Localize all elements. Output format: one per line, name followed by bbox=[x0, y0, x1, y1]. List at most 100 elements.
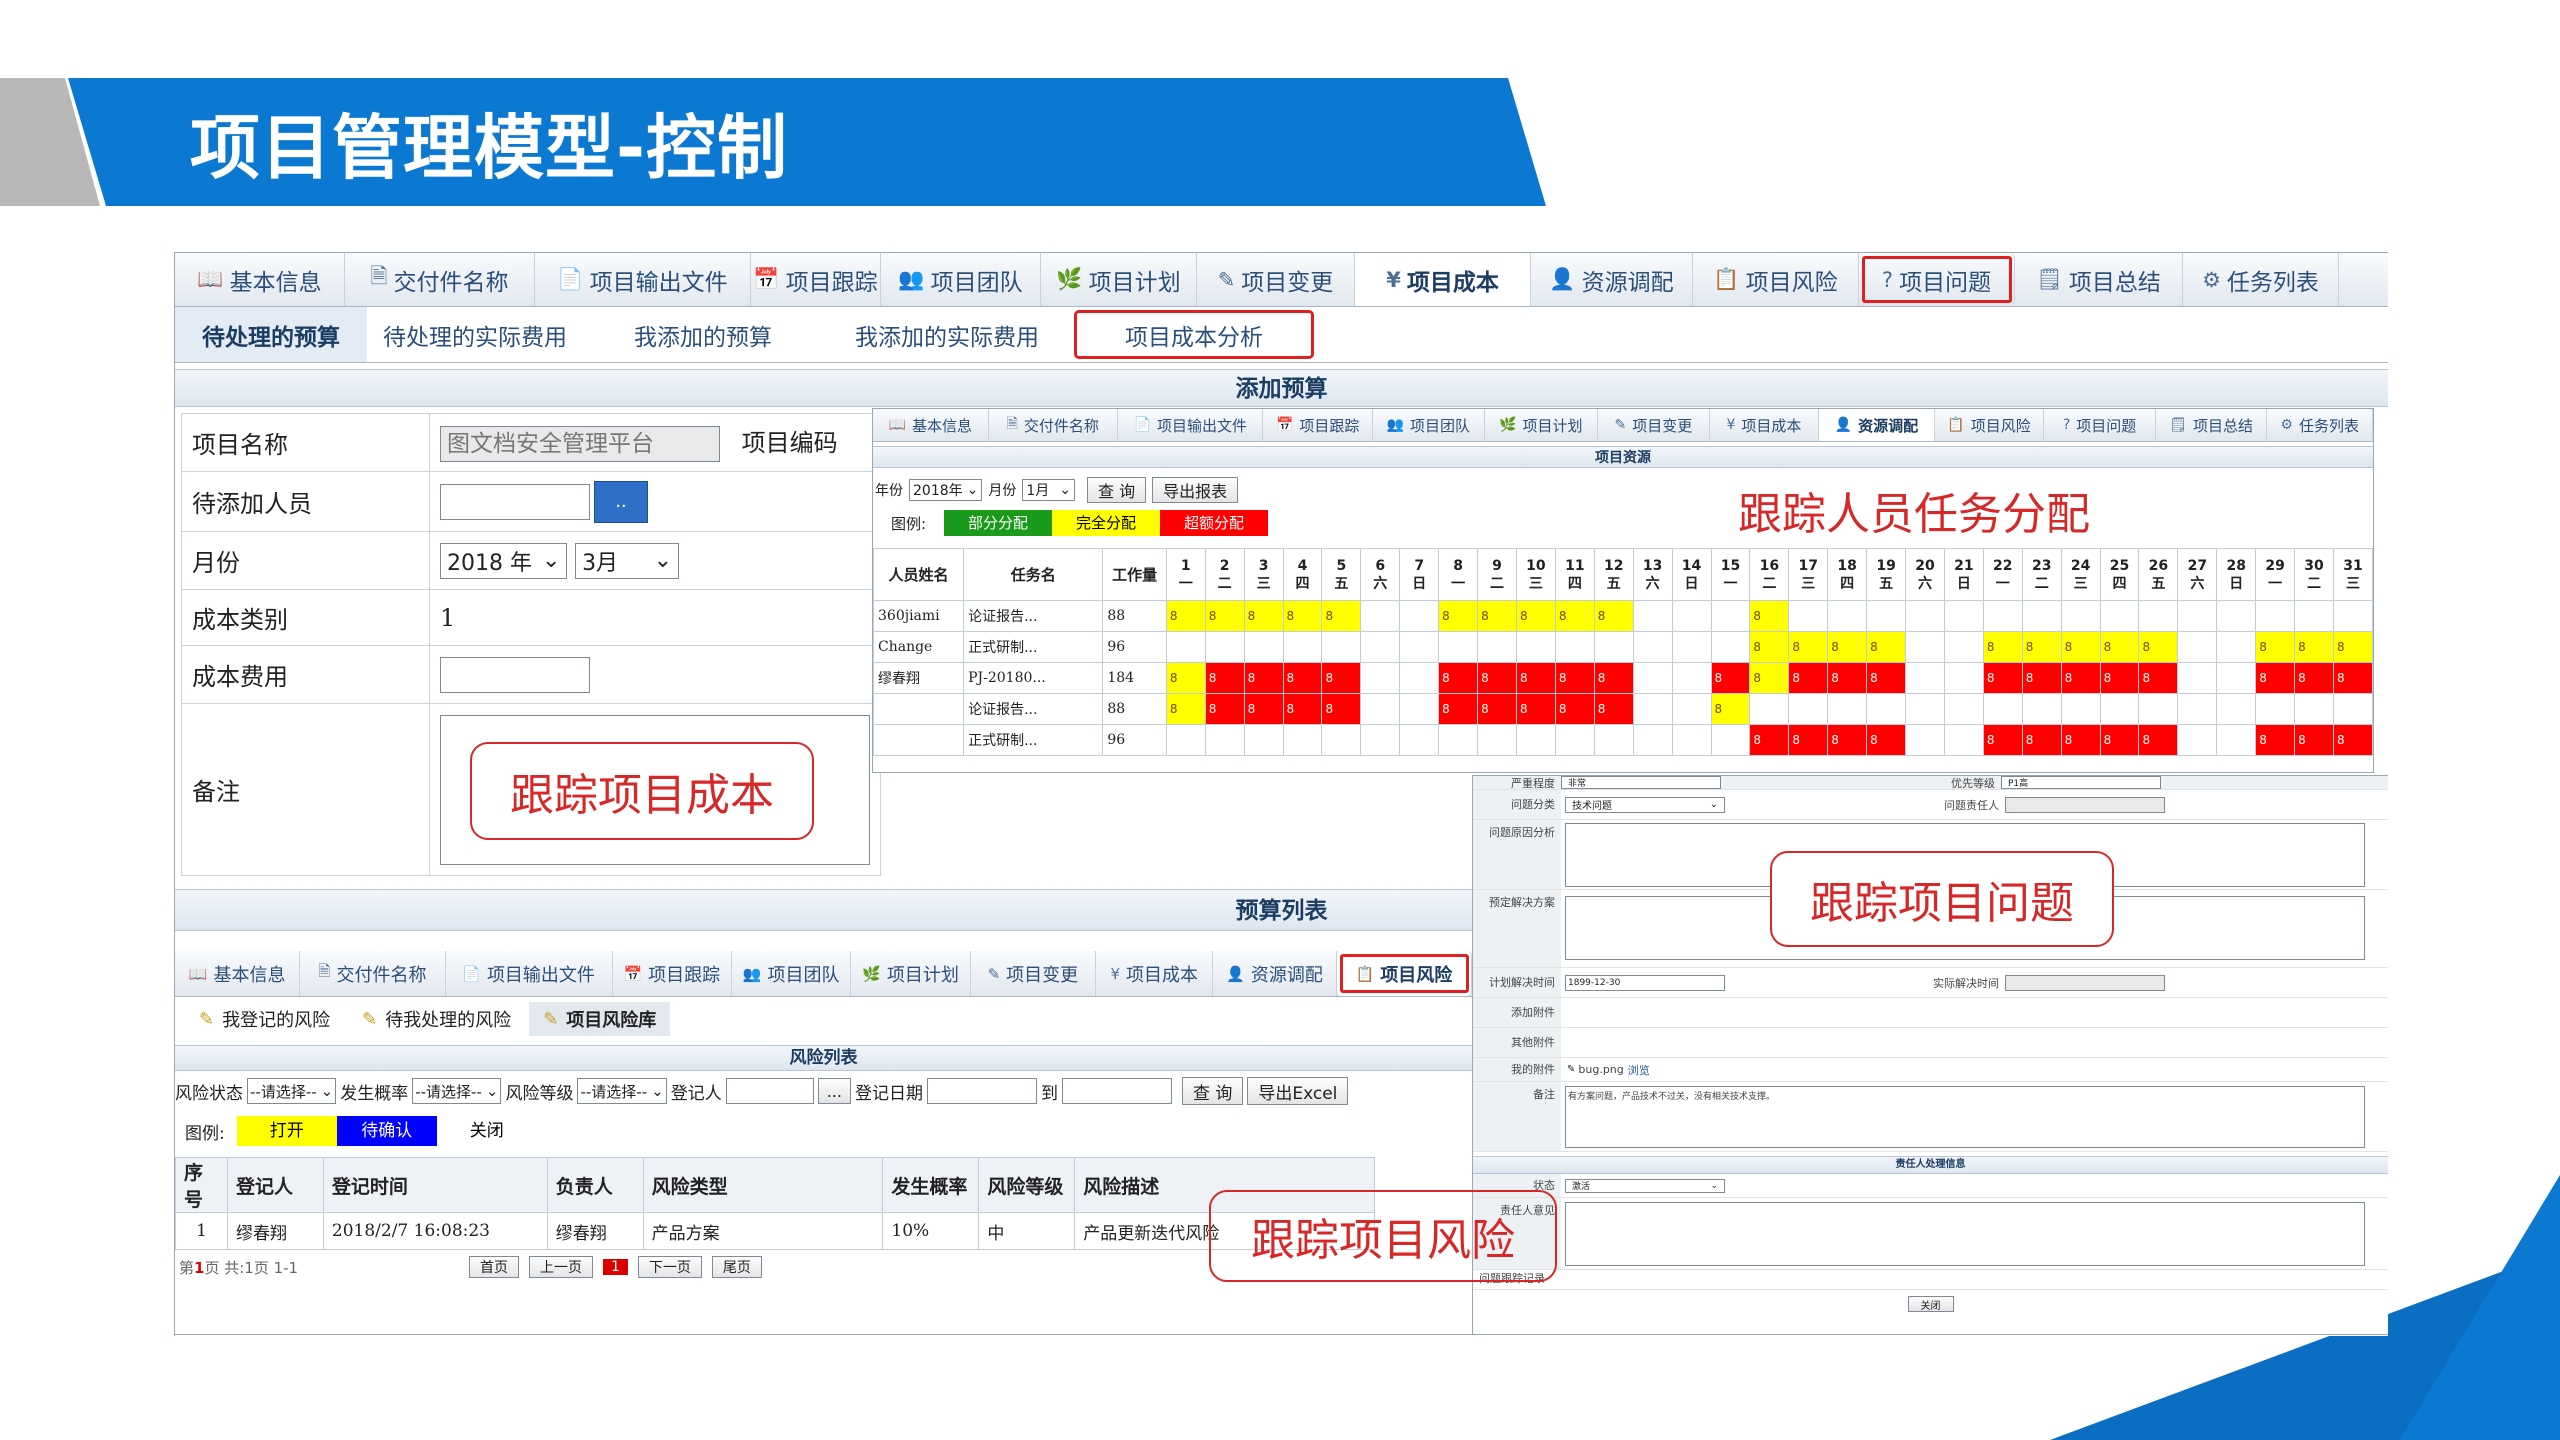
risk-date-from[interactable] bbox=[926, 1078, 1037, 1104]
tab-2[interactable]: 📄 项目输出文件 bbox=[1118, 409, 1264, 441]
tab-7[interactable]: ¥ 项目成本 bbox=[1096, 951, 1214, 996]
allocation-cell bbox=[1204, 724, 1245, 756]
tab-0[interactable]: 📖 基本信息 bbox=[175, 253, 345, 306]
paperclip-icon: ✎ bbox=[1567, 1064, 1576, 1075]
resource-year-select[interactable]: 2018年 ⌄ bbox=[909, 479, 983, 501]
tab-3[interactable]: 📅 项目跟踪 bbox=[613, 951, 732, 996]
pager-last[interactable]: 尾页 bbox=[711, 1256, 762, 1278]
attachment-file[interactable]: bug.png bbox=[1578, 1063, 1623, 1076]
day-header: 4四 bbox=[1282, 548, 1323, 601]
tab-4[interactable]: 👥 项目团队 bbox=[1373, 409, 1485, 441]
tab-1[interactable]: 🗎 交付件名称 bbox=[989, 409, 1119, 441]
tab-7[interactable]: ¥ 项目成本 bbox=[1355, 253, 1531, 306]
risk-level-select[interactable]: --请选择-- ⌄ bbox=[577, 1078, 667, 1104]
severity-select[interactable]: 非常 bbox=[1561, 776, 1721, 789]
day-header: 3三 bbox=[1243, 548, 1284, 601]
attach-other-label: 其他附件 bbox=[1473, 1028, 1561, 1057]
cost-subtab-4[interactable]: 项目成本分析 bbox=[1071, 307, 1317, 362]
risk-prob-select[interactable]: --请选择-- ⌄ bbox=[412, 1078, 502, 1104]
pager-current[interactable]: 1 bbox=[603, 1259, 628, 1275]
tab-6[interactable]: ✎ 项目变更 bbox=[971, 951, 1097, 996]
month-select[interactable]: 3月 ⌄ bbox=[575, 542, 680, 579]
risk-query-button[interactable]: 查 询 bbox=[1181, 1077, 1244, 1105]
tab-0[interactable]: 📖 基本信息 bbox=[873, 409, 989, 441]
person-picker-button[interactable]: .. bbox=[594, 480, 648, 523]
cost-subtab-2[interactable]: 我添加的预算 bbox=[583, 307, 823, 362]
risk-subtab-2[interactable]: ✎ 项目风险库 bbox=[529, 1002, 671, 1036]
pager-prev[interactable]: 上一页 bbox=[529, 1256, 593, 1278]
tab-6[interactable]: ✎ 项目变更 bbox=[1197, 253, 1355, 306]
cost-subtab-0[interactable]: 待处理的预算 bbox=[175, 307, 367, 362]
attachment-browse-link[interactable]: 浏览 bbox=[1628, 1062, 1650, 1078]
actual-date-input[interactable] bbox=[2005, 974, 2165, 991]
tab-2[interactable]: 📄 项目输出文件 bbox=[446, 951, 613, 996]
issue-status-select[interactable]: 激活 ⌄ bbox=[1565, 1178, 1725, 1193]
tab-12[interactable]: ⚙ 任务列表 bbox=[2183, 253, 2339, 306]
tab-11[interactable]: 🗒 项目总结 bbox=[2015, 253, 2183, 306]
priority-select[interactable]: P1高 bbox=[2001, 776, 2161, 789]
allocation-cell bbox=[2138, 693, 2179, 725]
tab-8[interactable]: 👤 资源调配 bbox=[1213, 951, 1337, 996]
resource-filter-bar: 年份 2018年 ⌄ 月份 1月 ⌄ 查 询 导出报表 bbox=[873, 472, 2373, 508]
plan-icon: 🌿 bbox=[862, 964, 881, 983]
risk-registrant-input[interactable] bbox=[725, 1078, 814, 1104]
tab-4[interactable]: 👥 项目团队 bbox=[732, 951, 852, 996]
risk-icon: 📋 bbox=[1713, 267, 1740, 291]
tab-1[interactable]: 🗎 交付件名称 bbox=[345, 253, 535, 306]
resource-section-title: 项目资源 bbox=[873, 446, 2373, 468]
tab-10[interactable]: ? 项目问题 bbox=[1859, 253, 2015, 306]
tab-1[interactable]: 🗎 交付件名称 bbox=[300, 951, 446, 996]
tab-6[interactable]: ✎ 项目变更 bbox=[1598, 409, 1710, 441]
allocation-cell bbox=[1710, 600, 1751, 632]
tab-3[interactable]: 📅 项目跟踪 bbox=[751, 253, 881, 306]
tab-0[interactable]: 📖 基本信息 bbox=[175, 951, 301, 996]
risk-subtab-1[interactable]: ✎ 待我处理的风险 bbox=[348, 1002, 525, 1036]
add-person-input[interactable] bbox=[440, 483, 590, 520]
tab-4[interactable]: 👥 项目团队 bbox=[881, 253, 1041, 306]
risk-export-button[interactable]: 导出Excel bbox=[1247, 1077, 1349, 1105]
owner-input[interactable] bbox=[2005, 796, 2165, 813]
allocation-cell bbox=[1710, 631, 1751, 663]
tab-3[interactable]: 📅 项目跟踪 bbox=[1263, 409, 1373, 441]
resource-row: Change 正式研制... 96 8 8 8 8 8 8 8 8 8 8 8 8 bbox=[873, 631, 2373, 663]
risk-status-select[interactable]: --请选择-- ⌄ bbox=[247, 1078, 337, 1104]
tab-5[interactable]: 🌿 项目计划 bbox=[1485, 409, 1599, 441]
risk-row[interactable]: 1 缪春翔 2018/2/7 16:08:23 缪春翔 产品方案 10% 中产品更新迭代风险 bbox=[175, 1212, 1375, 1250]
tab-9[interactable]: 📋 项目风险 bbox=[1935, 409, 2045, 441]
cost-input[interactable] bbox=[440, 656, 590, 693]
allocation-cell bbox=[1905, 631, 1945, 663]
issue-remark-textarea[interactable]: 有方案问题，产品技术不过关，没有相关技术支撑。 bbox=[1565, 1086, 2365, 1148]
planned-date-input[interactable]: 1899-12-30 bbox=[1565, 974, 1725, 991]
cost-subtab-1[interactable]: 待处理的实际费用 bbox=[367, 307, 583, 362]
tab-5[interactable]: 🌿 项目计划 bbox=[1041, 253, 1197, 306]
allocation-cell: 8 bbox=[1749, 600, 1790, 632]
tab-12[interactable]: ⚙ 任务列表 bbox=[2267, 409, 2373, 441]
category-select[interactable]: 技术问题 ⌄ bbox=[1565, 796, 1725, 813]
pager-next[interactable]: 下一页 bbox=[637, 1256, 702, 1278]
export-report-button[interactable]: 导出报表 bbox=[1152, 477, 1239, 503]
tab-9[interactable]: 📋 项目风险 bbox=[1693, 253, 1859, 306]
year-select[interactable]: 2018 年 ⌄ bbox=[440, 542, 568, 579]
tab-9[interactable]: 📋 项目风险 bbox=[1336, 951, 1472, 996]
tab-11[interactable]: 🗒 项目总结 bbox=[2156, 409, 2268, 441]
allocation-cell bbox=[1905, 600, 1945, 632]
tab-10[interactable]: ? 项目问题 bbox=[2044, 409, 2156, 441]
resource-row: 360jiami 论证报告... 88 8 8 8 8 8 8 8 8 8 8 8 bbox=[873, 600, 2373, 632]
resource-tab-bar: 📖 基本信息 🗎 交付件名称 📄 项目输出文件 📅 项目跟踪 👥 项目团队 🌿 项目计划 ✎ 项目变更 ¥ 项… bbox=[873, 409, 2373, 442]
resource-month-select[interactable]: 1月 ⌄ bbox=[1022, 479, 1076, 501]
risk-registrant-picker[interactable]: ... bbox=[817, 1078, 851, 1104]
issue-close-button[interactable]: 关闭 bbox=[1907, 1296, 1954, 1312]
risk-subtab-0[interactable]: ✎ 我登记的风险 bbox=[185, 1002, 344, 1036]
resource-query-button[interactable]: 查 询 bbox=[1087, 477, 1147, 503]
day-header: 6六 bbox=[1360, 548, 1401, 601]
handler-opinion-textarea[interactable] bbox=[1565, 1202, 2365, 1266]
tab-5[interactable]: 🌿 项目计划 bbox=[851, 951, 971, 996]
risk-date-to[interactable] bbox=[1061, 1078, 1172, 1104]
tab-2[interactable]: 📄 项目输出文件 bbox=[535, 253, 751, 306]
cost-subtab-3[interactable]: 我添加的实际费用 bbox=[823, 307, 1071, 362]
tab-7[interactable]: ¥ 项目成本 bbox=[1710, 409, 1820, 441]
pager-first[interactable]: 首页 bbox=[469, 1256, 519, 1278]
tab-8[interactable]: 👤 资源调配 bbox=[1819, 409, 1935, 441]
callout-cost: 跟踪项目成本 bbox=[470, 742, 814, 840]
tab-8[interactable]: 👤 资源调配 bbox=[1531, 253, 1693, 306]
